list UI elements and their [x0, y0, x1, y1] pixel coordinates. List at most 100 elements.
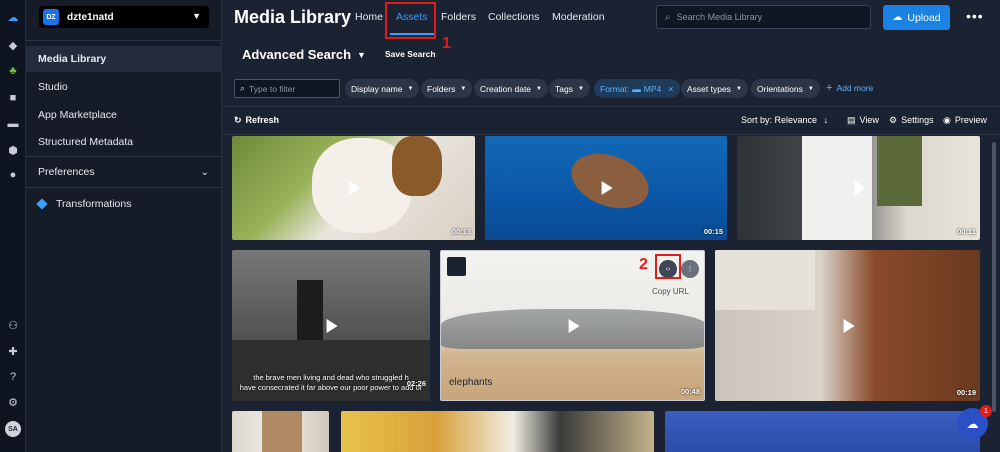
caret-down-icon: ▼	[735, 85, 742, 92]
diamond-icon[interactable]: ◆	[6, 38, 20, 52]
subtitle-caption: the brave men living and dead who strugg…	[232, 373, 430, 393]
filter-chip-orientations[interactable]: Orientations ▼	[751, 79, 820, 98]
icon-rail: ☁ ◆ ♣ ■ ▬ ⬢ ● ⚇ ✚ ? ⚙ SA	[0, 0, 26, 452]
filter-box[interactable]: ⌕	[234, 79, 340, 98]
sidebar-item-transformations[interactable]: Transformations	[26, 191, 221, 217]
filter-chip-creation-date[interactable]: Creation date ▼	[474, 79, 548, 98]
chat-icon[interactable]: ▬	[6, 117, 20, 131]
search-icon: ⌕	[240, 83, 246, 93]
save-search-button[interactable]: Save Search	[385, 49, 436, 59]
asset-thumbnail-turtle[interactable]: 00:15	[485, 136, 727, 240]
duration-label: 00:15	[703, 227, 723, 236]
cloud-upload-icon: ☁	[892, 12, 903, 23]
help-widget-button[interactable]: ☁ 1	[957, 405, 992, 439]
grid-view-icon: ▤	[847, 115, 856, 125]
copy-url-tooltip: Copy URL	[652, 287, 689, 296]
asset-thumbnail-dancer[interactable]: 00:19	[715, 250, 980, 401]
duration-label: 00:11	[957, 227, 976, 236]
asset-thumbnail-dog[interactable]: 00:13	[232, 136, 475, 240]
advanced-search-title[interactable]: Advanced Search	[242, 47, 351, 62]
asset-thumbnail[interactable]	[341, 411, 654, 452]
annotation-label-2: 2	[639, 256, 648, 273]
account-switcher[interactable]: DZ dzte1natd ▼	[39, 6, 209, 28]
sort-label: Sort by: Relevance	[741, 115, 818, 125]
sidebar-item-label: Media Library	[38, 53, 107, 65]
building-shape	[715, 250, 815, 310]
more-options-button[interactable]: •••	[966, 8, 984, 24]
video-icon: ▬	[632, 83, 641, 94]
add-more-filter-button[interactable]: + Add more	[826, 82, 873, 94]
filter-chip-tags[interactable]: Tags ▼	[549, 79, 590, 98]
tab-collections[interactable]: Collections	[488, 11, 539, 23]
tab-folders[interactable]: Folders	[441, 11, 476, 23]
add-user-icon[interactable]: ⚇	[6, 318, 20, 332]
close-icon[interactable]: ×	[668, 84, 673, 94]
scrollbar[interactable]	[991, 136, 997, 452]
bubble-icon[interactable]: ●	[6, 168, 20, 182]
annotation-label-1: 1	[442, 35, 451, 52]
filter-chip-asset-types[interactable]: Asset types ▼	[681, 79, 748, 98]
account-badge: DZ	[43, 9, 59, 25]
sidebar: DZ dzte1natd ▼ Media Library Studio App …	[26, 0, 222, 452]
asset-thumbnail[interactable]	[232, 411, 329, 452]
divider	[26, 187, 221, 188]
top-bar: Media Library Home Assets Folders Collec…	[222, 0, 1000, 52]
duration-label: 00:13	[451, 227, 471, 236]
hexagon-icon[interactable]: ⬢	[6, 143, 20, 157]
filter-chip-format[interactable]: Format: ▬ MP4 ×	[594, 79, 680, 98]
asset-grid: 00:13 00:15 00:11 the brave men living a…	[222, 136, 992, 452]
apps-icon[interactable]: ♣	[6, 64, 20, 78]
search-box[interactable]: ⌕	[656, 5, 871, 29]
chip-label: Asset types	[687, 83, 731, 94]
dog-ear-shape	[392, 136, 442, 196]
main-content: Media Library Home Assets Folders Collec…	[222, 0, 1000, 452]
help-icon[interactable]: ?	[6, 370, 20, 384]
filter-chip-folders[interactable]: Folders ▼	[421, 79, 473, 98]
refresh-label: Refresh	[245, 115, 280, 125]
sidebar-item-studio[interactable]: Studio	[26, 74, 221, 100]
more-vertical-icon: ⋮	[686, 266, 694, 273]
video-icon[interactable]: ■	[6, 91, 20, 105]
caret-down-icon[interactable]: ▼	[357, 50, 366, 60]
preview-button[interactable]: ◉ Preview	[943, 115, 987, 126]
caret-down-icon: ▼	[536, 85, 542, 92]
filter-input[interactable]	[249, 83, 330, 94]
page-title: Media Library	[234, 7, 352, 27]
tab-home[interactable]: Home	[355, 11, 383, 23]
asset-thumbnail[interactable]	[665, 411, 980, 452]
upload-button[interactable]: ☁ Upload	[883, 5, 950, 30]
add-more-label: Add more	[836, 83, 874, 93]
puzzle-icon[interactable]: ✚	[6, 344, 20, 358]
cloud-icon[interactable]: ☁	[6, 10, 20, 24]
scrollbar-thumb[interactable]	[992, 142, 996, 412]
asset-thumbnail-street[interactable]: 00:11	[737, 136, 980, 240]
chip-label: Format:	[600, 83, 630, 94]
caret-down-icon: ▼	[407, 85, 414, 92]
avatar[interactable]: SA	[5, 421, 21, 437]
duration-label: 00:19	[956, 388, 976, 397]
sidebar-item-preferences[interactable]: Preferences ⌄	[26, 159, 221, 185]
sort-dropdown[interactable]: Sort by: Relevance ↓	[741, 115, 828, 125]
select-checkbox[interactable]	[447, 257, 466, 276]
settings-button[interactable]: ⚙ Settings	[889, 115, 934, 126]
sidebar-item-media-library[interactable]: Media Library	[26, 46, 221, 72]
filter-chip-display-name[interactable]: Display name ▼	[345, 79, 420, 98]
sidebar-item-structured-metadata[interactable]: Structured Metadata	[26, 129, 221, 155]
refresh-button[interactable]: ↻ Refresh	[234, 115, 279, 126]
search-input[interactable]	[676, 12, 857, 22]
sidebar-item-label: Preferences	[38, 166, 95, 178]
arrow-down-icon: ↓	[823, 115, 829, 125]
asset-thumbnail-lincoln[interactable]: the brave men living and dead who strugg…	[232, 250, 430, 401]
transformations-icon	[36, 198, 48, 210]
tab-moderation[interactable]: Moderation	[552, 11, 605, 23]
chevron-down-icon: ⌄	[200, 166, 209, 178]
caption-line: have consecrated it far above our poor p…	[239, 383, 423, 392]
gear-icon[interactable]: ⚙	[6, 395, 20, 409]
more-actions-button[interactable]: ⋮	[681, 260, 699, 278]
view-button[interactable]: ▤ View	[847, 115, 879, 126]
annotation-box-1	[385, 2, 436, 39]
chip-label: Display name	[351, 83, 403, 94]
sidebar-item-app-marketplace[interactable]: App Marketplace	[26, 102, 221, 128]
person-shape	[877, 136, 922, 206]
notification-badge: 1	[980, 405, 992, 417]
